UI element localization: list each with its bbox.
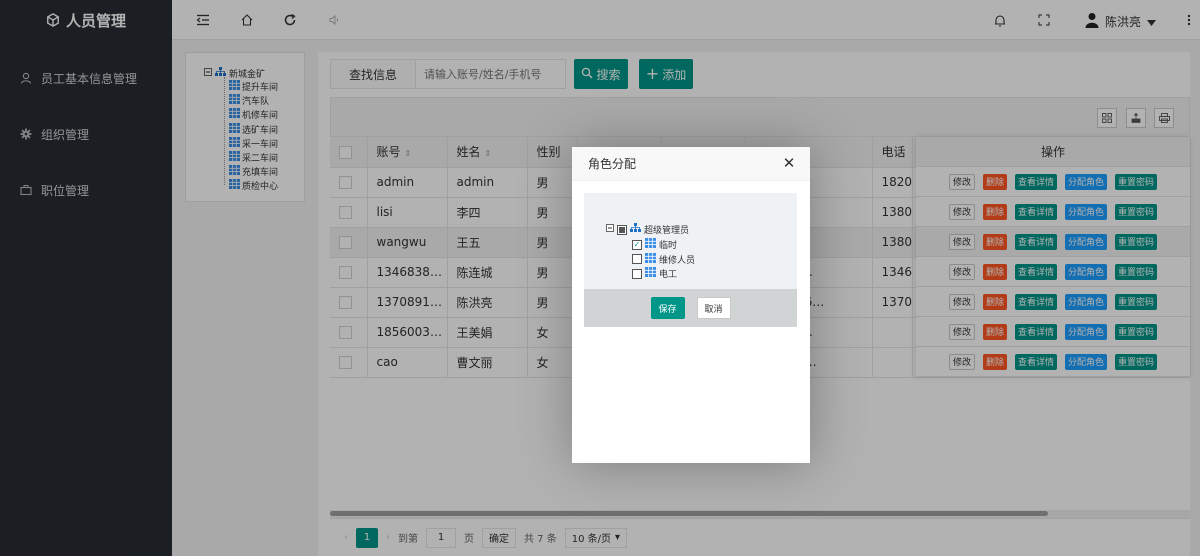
role-label: 电工 [659, 270, 678, 280]
dialog-title: 角色分配 [572, 147, 810, 181]
role-tree-node[interactable]: 维修人员 [632, 252, 696, 266]
cancel-button[interactable]: 取消 [696, 297, 731, 319]
org-chart-icon [630, 223, 641, 236]
role-tree-root[interactable]: 超级管理员 [606, 223, 689, 236]
role-icon [645, 238, 656, 251]
collapse-toggle-icon[interactable] [606, 224, 614, 235]
role-tree-node[interactable]: ✓ 临时 [632, 238, 677, 251]
role-label: 临时 [659, 241, 678, 251]
role-label: 维修人员 [659, 255, 696, 266]
role-checkbox[interactable]: ✓ [632, 239, 642, 250]
role-checkbox[interactable] [632, 268, 642, 279]
role-tree-node[interactable]: 电工 [632, 267, 677, 280]
dialog-footer: 保存 取消 [584, 289, 797, 327]
role-icon [645, 267, 656, 280]
role-tree-root-label: 超级管理员 [644, 226, 690, 236]
save-button[interactable]: 保存 [650, 297, 685, 319]
role-icon [645, 252, 656, 266]
role-checkbox[interactable] [632, 254, 642, 264]
role-tree: 超级管理员 ✓ 临时维修人员电工 [584, 193, 797, 289]
role-assign-dialog: 角色分配 ✕ 超级管理员 ✓ 临时维修人员电工 保存 取消 [572, 147, 810, 463]
close-icon[interactable]: ✕ [782, 154, 796, 172]
role-root-checkbox[interactable] [617, 224, 627, 235]
